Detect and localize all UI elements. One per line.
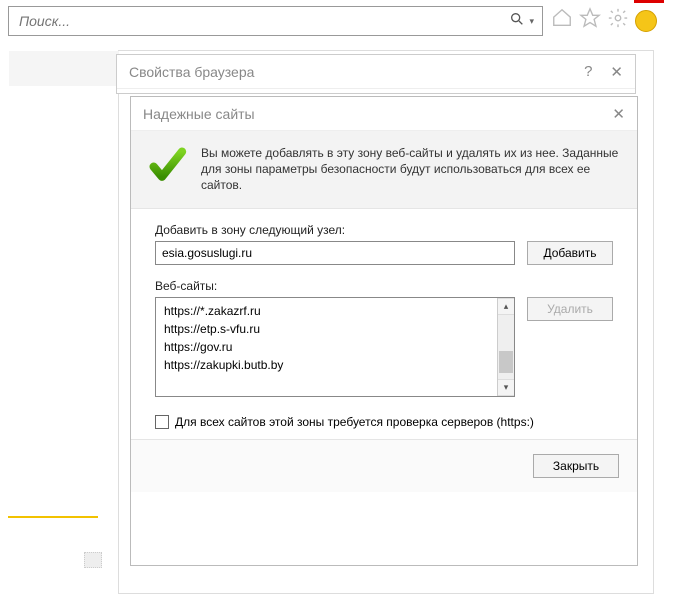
parent-dialog-title: Свойства браузера [129, 64, 254, 80]
info-text: Вы можете добавлять в эту зону веб-сайты… [201, 145, 621, 194]
list-item[interactable]: https://zakupki.butb.by [162, 356, 491, 374]
checkmark-icon [147, 145, 187, 185]
sites-list-label: Веб-сайты: [155, 279, 613, 293]
star-icon[interactable] [579, 7, 601, 35]
browser-toolbar: ▾ [0, 0, 684, 42]
add-site-input[interactable] [155, 241, 515, 265]
emoji-icon[interactable] [635, 10, 657, 32]
search-icon[interactable] [509, 11, 525, 32]
https-required-label: Для всех сайтов этой зоны требуется пров… [175, 415, 534, 429]
scroll-up-icon[interactable]: ▴ [498, 298, 514, 315]
search-controls: ▾ [509, 11, 534, 32]
info-banner: Вы можете добавлять в эту зону веб-сайты… [131, 131, 637, 209]
background-decoration [8, 516, 98, 518]
add-button[interactable]: Добавить [527, 241, 613, 265]
list-item[interactable]: https://gov.ru [162, 338, 491, 356]
close-button[interactable]: Закрыть [533, 454, 619, 478]
sites-listbox[interactable]: https://*.zakazrf.ruhttps://etp.s-vfu.ru… [155, 297, 515, 397]
child-dialog-title: Надежные сайты [143, 106, 255, 122]
scroll-thumb[interactable] [499, 351, 513, 373]
list-item[interactable]: https://etp.s-vfu.ru [162, 320, 491, 338]
https-required-checkbox[interactable] [155, 415, 169, 429]
close-icon[interactable]: ✕ [610, 63, 623, 81]
toolbar-icon-group [551, 7, 657, 35]
scroll-track[interactable] [498, 315, 514, 379]
search-box[interactable]: ▾ [8, 6, 543, 36]
home-icon[interactable] [551, 7, 573, 35]
close-icon[interactable]: ✕ [612, 105, 625, 123]
search-input[interactable] [17, 12, 509, 30]
list-item[interactable]: https://*.zakazrf.ru [162, 302, 491, 320]
trusted-sites-dialog: Надежные сайты ✕ Вы можете добавлять в э… [130, 96, 638, 566]
scroll-down-icon[interactable]: ▾ [498, 379, 514, 396]
add-site-label: Добавить в зону следующий узел: [155, 223, 613, 237]
background-decoration [84, 552, 102, 568]
gear-icon[interactable] [607, 7, 629, 35]
parent-dialog-titlebar: Свойства браузера ? ✕ [117, 55, 635, 89]
browser-properties-dialog: Свойства браузера ? ✕ [116, 54, 636, 94]
scrollbar[interactable]: ▴ ▾ [497, 298, 514, 396]
help-icon[interactable]: ? [584, 63, 592, 81]
accent-line [634, 0, 664, 3]
remove-button[interactable]: Удалить [527, 297, 613, 321]
child-dialog-titlebar: Надежные сайты ✕ [131, 97, 637, 131]
chevron-down-icon[interactable]: ▾ [529, 16, 534, 27]
